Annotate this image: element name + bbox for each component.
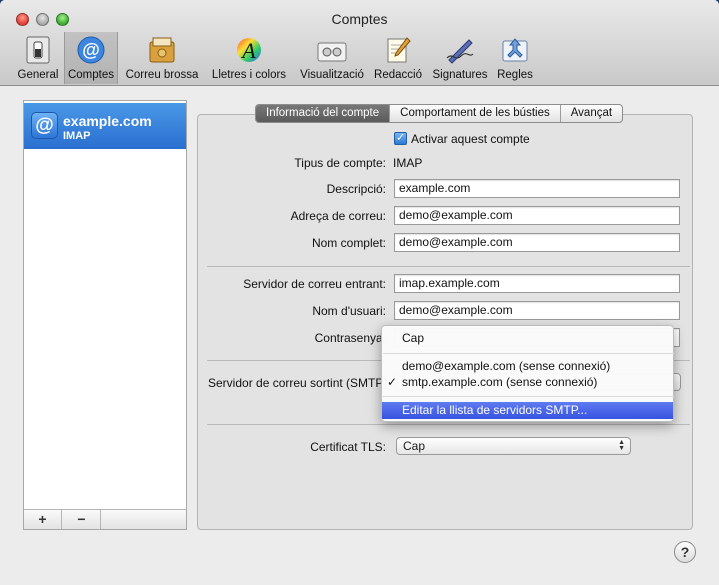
accounts-footer: + − [24,509,186,529]
at-sign-icon: @ [76,35,106,65]
tab-advanced[interactable]: Avançat [561,105,622,122]
menu-item-none[interactable]: Cap [382,330,673,347]
composing-icon [383,35,413,65]
tls-certificate-popup[interactable]: Cap ▲ ▼ [396,437,631,455]
tls-certificate-label: Certificat TLS: [310,440,386,454]
toolbar-rules[interactable]: Regles [494,32,536,84]
mail-preferences-window: Comptes General @ Comptes Correu brossa … [0,0,719,585]
general-switch-icon [23,35,53,65]
enable-account-checkbox[interactable]: ✓ [394,132,407,145]
separator [207,424,690,425]
tab-account-info[interactable]: Informació del compte [256,105,391,122]
window-title: Comptes [331,11,388,27]
toolbar-viewing[interactable]: Visualització [296,32,368,84]
toolbar-general[interactable]: General [14,32,62,84]
separator [207,266,690,267]
toolbar-signatures[interactable]: Signatures [428,32,492,84]
toolbar-accounts[interactable]: @ Comptes [64,32,118,84]
full-name-field[interactable]: demo@example.com [394,233,680,252]
accounts-list: @ example.com IMAP + − [23,100,187,530]
email-address-label: Adreça de correu: [290,209,386,223]
toolbar-junk-mail[interactable]: Correu brossa [122,32,202,84]
password-label: Contrasenya: [314,331,386,345]
username-label: Nom d'usuari: [312,304,386,318]
svg-text:A: A [240,38,256,63]
toolbar-fonts-colors[interactable]: A Lletres i colors [207,32,291,84]
account-type-value: IMAP [393,156,423,170]
menu-item-demo-smtp[interactable]: demo@example.com (sense connexió) [382,358,673,375]
add-account-button[interactable]: + [24,510,62,529]
remove-account-button[interactable]: − [63,510,101,529]
smtp-server-menu: Cap demo@example.com (sense connexió) ✓ s… [381,325,674,422]
junk-mail-icon [147,35,177,65]
signature-pen-icon [445,35,475,65]
account-type-label: Tipus de compte: [294,156,386,170]
menu-separator [383,353,674,354]
outgoing-server-label: Servidor de correu sortint (SMTP): [208,376,388,390]
full-name-label: Nom complet: [311,236,386,250]
at-sign-icon: @ [31,112,58,139]
tab-mailbox-behaviors[interactable]: Comportament de les bústies [390,105,561,122]
menu-separator [383,396,674,397]
toolbar-composing[interactable]: Redacció [372,32,424,84]
incoming-server-label: Servidor de correu entrant: [243,277,386,291]
menu-item-edit-smtp-list[interactable]: Editar la llista de servidors SMTP... [382,402,673,419]
account-type: IMAP [63,130,91,142]
help-button[interactable]: ? [674,541,696,563]
email-address-field[interactable]: demo@example.com [394,206,680,225]
toolbar: Comptes General @ Comptes Correu brossa … [0,0,719,86]
description-field[interactable]: example.com [394,179,680,198]
svg-text:@: @ [82,40,100,60]
account-row-example[interactable]: @ example.com IMAP [24,103,186,149]
account-tabs: Informació del compte Comportament de le… [255,104,624,123]
checkmark-icon: ✓ [387,375,398,389]
account-name: example.com [63,113,152,129]
fonts-colors-icon: A [234,35,264,65]
popup-arrows-icon: ▲ ▼ [618,439,625,452]
description-label: Descripció: [326,182,386,196]
rules-icon [500,35,530,65]
menu-item-smtp-example[interactable]: ✓ smtp.example.com (sense connexió) [382,374,673,391]
account-info-panel [197,114,693,530]
enable-account-label: Activar aquest compte [411,132,530,146]
username-field[interactable]: demo@example.com [394,301,680,320]
tls-certificate-value: Cap [403,439,426,453]
viewing-icon [317,35,347,65]
incoming-server-field[interactable]: imap.example.com [394,274,680,293]
